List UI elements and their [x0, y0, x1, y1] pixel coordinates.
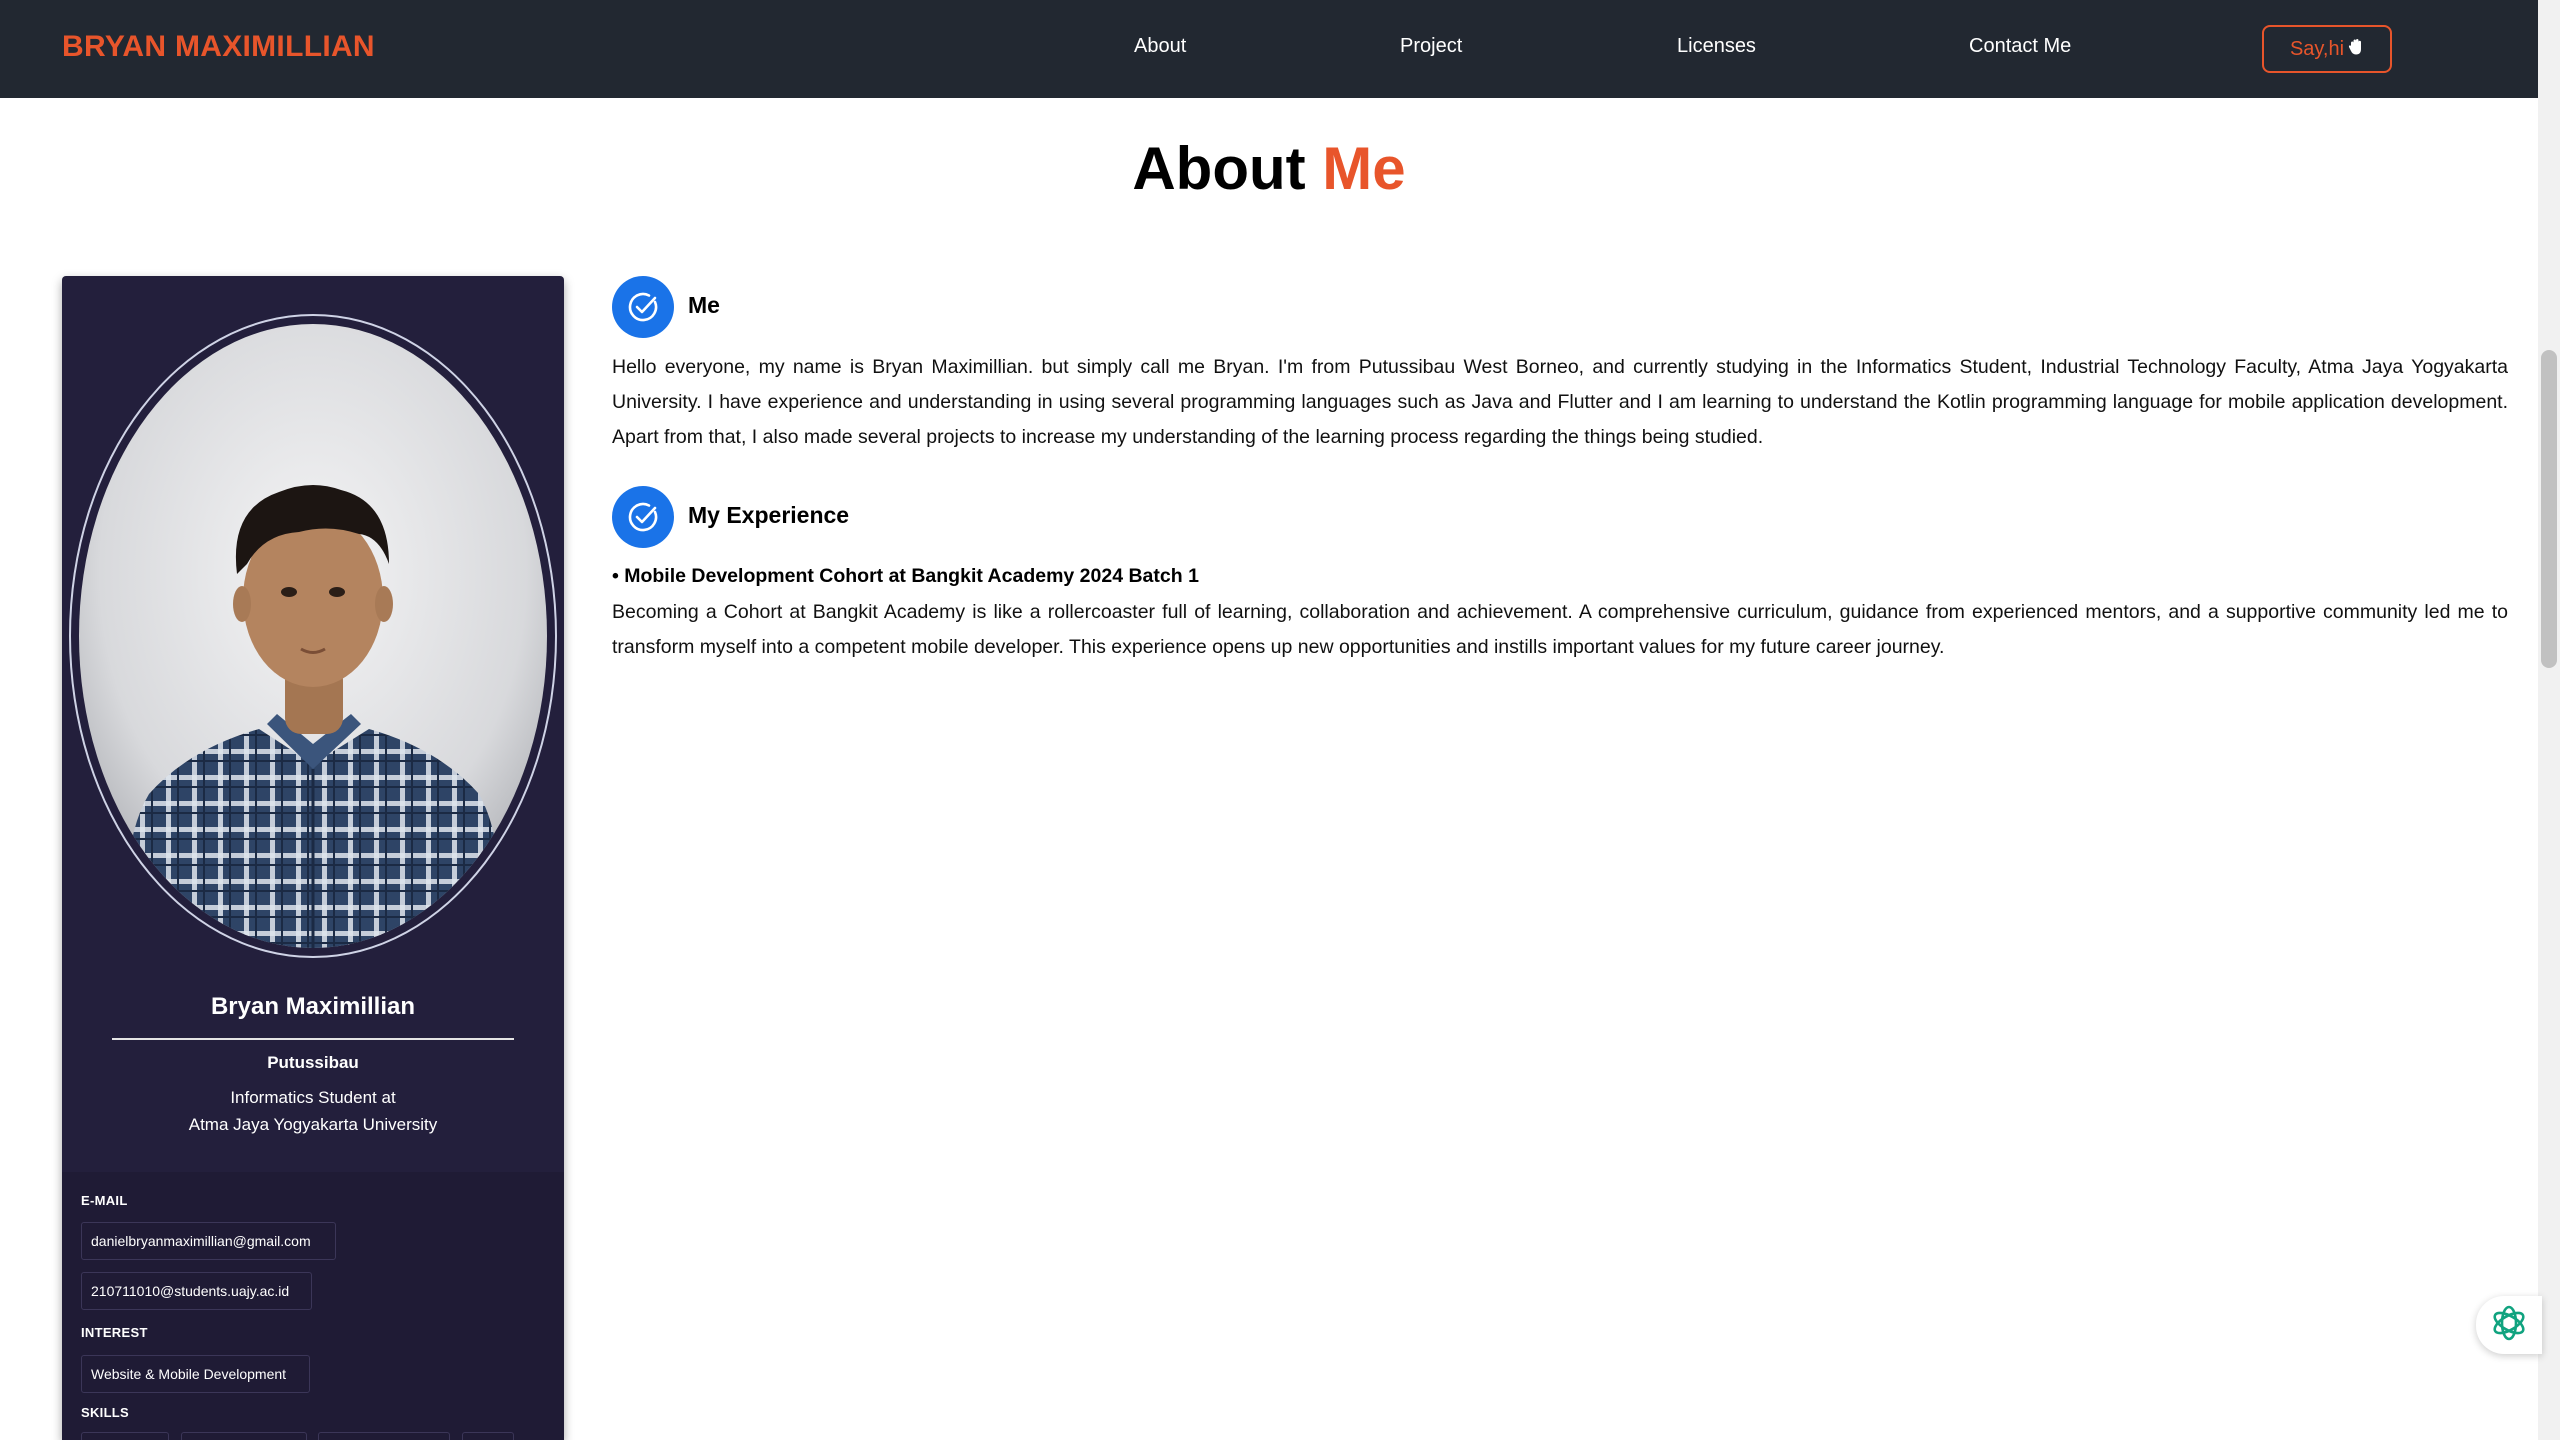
waving-hand-icon [2348, 38, 2364, 61]
check-circle-icon [612, 486, 674, 548]
top-navbar: BRYAN MAXIMILLIAN About Project Licenses… [0, 0, 2538, 98]
nav-link-licenses[interactable]: Licenses [1677, 35, 1756, 58]
email-chip-personal[interactable]: danielbryanmaximillian@gmail.com [81, 1222, 336, 1260]
profile-card: Bryan Maximillian Putussibau Informatics… [62, 276, 564, 1440]
experience-item-title: • Mobile Development Cohort at Bangkit A… [612, 565, 1199, 587]
profile-divider [112, 1038, 514, 1040]
skill-chip [81, 1432, 169, 1440]
interest-chip: Website & Mobile Development [81, 1355, 310, 1393]
say-hi-button[interactable]: Say,hi [2262, 25, 2392, 73]
ai-assistant-button[interactable] [2476, 1296, 2542, 1354]
profile-name: Bryan Maximillian [210, 993, 416, 1020]
email-label: E-MAIL [81, 1193, 128, 1208]
profile-role-line-1: Informatics Student at [230, 1088, 396, 1107]
interest-label: INTEREST [81, 1325, 148, 1340]
skill-chip [462, 1432, 514, 1440]
ai-assistant-icon [2489, 1303, 2529, 1348]
page-title: About Me [0, 134, 2538, 203]
nav-link-contact-me[interactable]: Contact Me [1969, 35, 2071, 58]
page-title-accent: Me [1322, 135, 1406, 202]
skill-chip [318, 1432, 450, 1440]
nav-link-about[interactable]: About [1134, 35, 1186, 58]
profile-role-line-2: Atma Jaya Yogyakarta University [188, 1115, 438, 1134]
check-circle-icon [612, 276, 674, 338]
nav-link-project[interactable]: Project [1400, 35, 1462, 58]
section-title-experience: My Experience [688, 502, 850, 528]
page-scrollbar-thumb[interactable] [2541, 350, 2557, 668]
section-title-me: Me [688, 292, 720, 318]
profile-city: Putussibau [267, 1053, 359, 1072]
page-scrollbar-track[interactable] [2538, 0, 2560, 1440]
say-hi-label: Say,hi [2289, 37, 2345, 60]
about-me-paragraph: Hello everyone, my name is Bryan Maximil… [612, 356, 2508, 448]
skill-chip [181, 1432, 307, 1440]
skills-label: SKILLS [81, 1405, 130, 1420]
profile-role: Informatics Student at Atma Jaya Yogyaka… [62, 1084, 564, 1138]
brand-logo-text[interactable]: BRYAN MAXIMILLIAN [62, 30, 375, 64]
profile-photo [79, 324, 547, 948]
page-title-main: About [1132, 135, 1306, 202]
experience-paragraph: Becoming a Cohort at Bangkit Academy is … [612, 601, 2508, 658]
email-chip-student[interactable]: 210711010@students.uajy.ac.id [81, 1272, 312, 1310]
